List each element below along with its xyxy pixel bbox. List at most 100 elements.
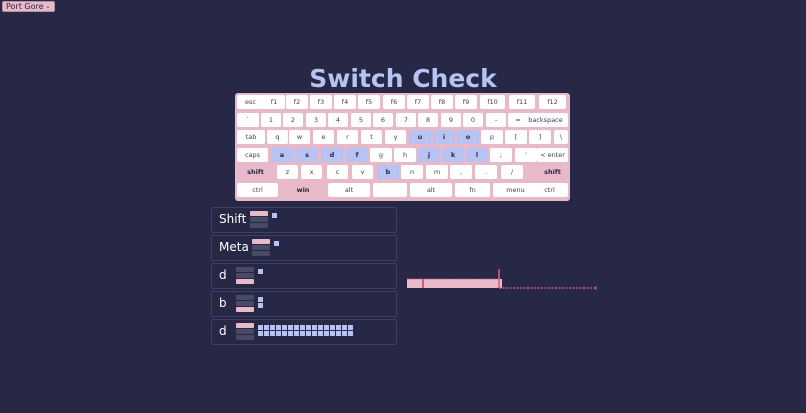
key-enter[interactable]: < enter — [537, 147, 568, 162]
key-6[interactable]: 6 — [373, 112, 393, 127]
key-x[interactable]: x — [301, 165, 322, 179]
key-backspace[interactable]: backspace — [523, 112, 568, 127]
key-p[interactable]: p — [481, 130, 503, 144]
key-e[interactable]: e — [313, 130, 334, 144]
key-9[interactable]: 9 — [441, 112, 461, 127]
event-square — [324, 331, 329, 336]
key-f7[interactable]: f7 — [407, 95, 429, 109]
key-symbol[interactable]: ] — [529, 130, 551, 144]
key-f[interactable]: f — [346, 147, 368, 162]
key-alt[interactable]: alt — [328, 182, 370, 197]
event-square — [336, 325, 341, 330]
event-square — [342, 325, 347, 330]
key-symbol[interactable]: , — [450, 165, 472, 179]
key-h[interactable]: h — [394, 147, 416, 162]
key-f11[interactable]: f11 — [509, 95, 535, 109]
key-a[interactable]: a — [271, 147, 293, 162]
key-i[interactable]: i — [433, 130, 455, 144]
key-w[interactable]: w — [289, 130, 310, 144]
key-5[interactable]: 5 — [351, 112, 371, 127]
state-held — [236, 329, 254, 334]
key-shift[interactable]: shift — [237, 165, 274, 179]
key-win[interactable]: win — [281, 182, 325, 197]
key-f6[interactable]: f6 — [383, 95, 405, 109]
key-f4[interactable]: f4 — [334, 95, 356, 109]
event-square — [258, 297, 263, 302]
key-symbol[interactable]: ` — [237, 112, 259, 127]
theme-select[interactable]: Port Gore ⌄ — [2, 1, 55, 12]
key-ctrl[interactable]: ctrl — [531, 182, 568, 197]
state-indicator — [252, 239, 270, 259]
key-fn[interactable]: fn — [455, 182, 490, 197]
key-esc[interactable]: esc — [237, 95, 264, 109]
state-pressed — [252, 239, 270, 244]
event-square-grid — [258, 325, 353, 336]
key-f12[interactable]: f12 — [539, 95, 566, 109]
key-f2[interactable]: f2 — [286, 95, 308, 109]
key-r[interactable]: r — [337, 130, 358, 144]
key-g[interactable]: g — [370, 147, 392, 162]
key-d[interactable]: d — [321, 147, 343, 162]
key-3[interactable]: 3 — [306, 112, 326, 127]
state-released — [252, 251, 270, 256]
key-symbol[interactable]: / — [501, 165, 523, 179]
key-o[interactable]: o — [457, 130, 479, 144]
key-ctrl[interactable]: ctrl — [237, 182, 278, 197]
event-panel: d — [211, 319, 397, 345]
event-square — [258, 303, 263, 308]
key-j[interactable]: j — [418, 147, 440, 162]
state-released — [250, 223, 268, 228]
state-pressed — [236, 295, 254, 300]
key-b[interactable]: b — [377, 165, 399, 179]
key-z[interactable]: z — [277, 165, 298, 179]
chevron-down-icon: ⌄ — [45, 3, 51, 10]
key-space[interactable] — [373, 182, 407, 197]
key-alt[interactable]: alt — [410, 182, 452, 197]
key-y[interactable]: y — [385, 130, 406, 144]
key-k[interactable]: k — [442, 147, 464, 162]
event-square — [276, 325, 281, 330]
event-key-label: Shift — [219, 212, 247, 226]
key-1[interactable]: 1 — [261, 112, 281, 127]
key-c[interactable]: c — [327, 165, 348, 179]
key-m[interactable]: m — [426, 165, 448, 179]
key-symbol[interactable]: ' — [515, 147, 537, 162]
key-f9[interactable]: f9 — [455, 95, 477, 109]
key-q[interactable]: q — [267, 130, 288, 144]
key-l[interactable]: l — [466, 147, 488, 162]
key-s[interactable]: s — [296, 147, 318, 162]
key-symbol[interactable]: [ — [505, 130, 527, 144]
key-4[interactable]: 4 — [328, 112, 348, 127]
key-n[interactable]: n — [401, 165, 423, 179]
key-v[interactable]: v — [352, 165, 373, 179]
event-square — [272, 213, 277, 218]
key-f3[interactable]: f3 — [310, 95, 332, 109]
key-f1[interactable]: f1 — [263, 95, 285, 109]
key-7[interactable]: 7 — [396, 112, 416, 127]
theme-select-value: Port Gore — [6, 2, 44, 11]
key-caps[interactable]: caps — [237, 147, 268, 162]
key-8[interactable]: 8 — [418, 112, 438, 127]
key-shift[interactable]: shift — [537, 165, 568, 179]
key-0[interactable]: 0 — [463, 112, 483, 127]
event-square — [330, 325, 335, 330]
key-f8[interactable]: f8 — [431, 95, 453, 109]
event-panel: Meta — [211, 235, 397, 261]
key-symbol[interactable]: \ — [554, 130, 568, 144]
key-symbol[interactable]: . — [475, 165, 497, 179]
key-tab[interactable]: tab — [237, 130, 265, 144]
key-f5[interactable]: f5 — [358, 95, 380, 109]
event-square — [300, 325, 305, 330]
timing-graph — [407, 269, 597, 290]
key-symbol[interactable]: ; — [490, 147, 512, 162]
event-panel: Shift — [211, 207, 397, 233]
state-held — [250, 217, 268, 222]
key-u[interactable]: u — [409, 130, 431, 144]
timing-bar — [407, 279, 502, 288]
event-square — [300, 331, 305, 336]
key-symbol[interactable]: - — [486, 112, 506, 127]
key-2[interactable]: 2 — [283, 112, 303, 127]
key-t[interactable]: t — [361, 130, 382, 144]
state-indicator — [236, 323, 254, 343]
key-f10[interactable]: f10 — [480, 95, 505, 109]
